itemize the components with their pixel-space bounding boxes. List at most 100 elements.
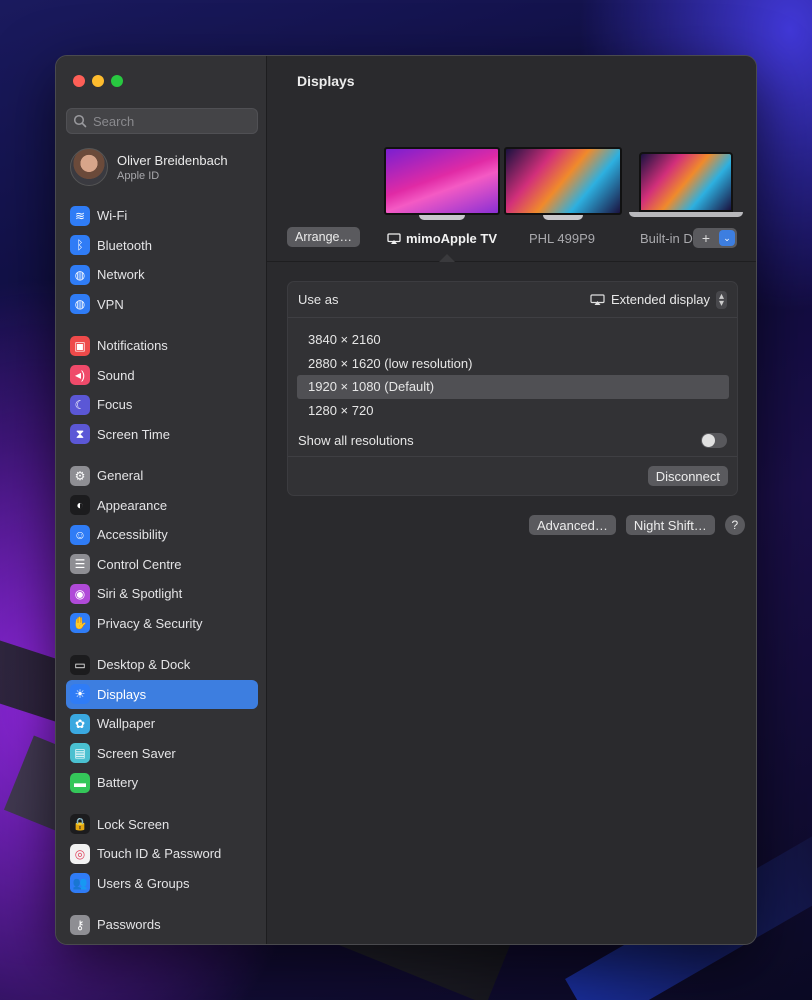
wifi-icon: ≋	[70, 205, 90, 226]
sidebar-item-accessibility[interactable]: ☺ Accessibility	[66, 520, 258, 550]
zoom-button[interactable]	[111, 75, 123, 87]
airplay-icon	[590, 293, 605, 305]
sidebar-item-network[interactable]: ◍ Network	[66, 260, 258, 290]
sidebar-group: ⚙ General ◐ Appearance ☺ Accessibility ☰ Contro…	[66, 461, 258, 638]
fingerprint-icon: ◎	[70, 843, 90, 864]
monitor-stand	[419, 215, 465, 220]
sidebar-item-screen-saver[interactable]: ▤ Screen Saver	[66, 739, 258, 769]
sidebar-item-control-centre[interactable]: ☰ Control Centre	[66, 550, 258, 580]
dock-icon: ▭	[70, 654, 90, 675]
add-display-control[interactable]: + ⌄	[693, 228, 737, 248]
use-as-label: Use as	[298, 292, 339, 307]
gear-icon: ⚙	[70, 465, 90, 486]
sidebar-item-passwords[interactable]: ⚷ Passwords	[66, 910, 258, 940]
resolution-option[interactable]: 1920 × 1080 (Default)	[297, 375, 729, 399]
window-controls	[73, 75, 123, 87]
sidebar-item-appearance[interactable]: ◐ Appearance	[66, 491, 258, 521]
sidebar-item-label: General	[97, 468, 144, 484]
bluetooth-icon: ᛒ	[70, 235, 90, 256]
sidebar-item-label: Wi-Fi	[97, 208, 128, 224]
page-title: Displays	[297, 73, 355, 89]
minimize-button[interactable]	[92, 75, 104, 87]
sidebar-group: ▣ Notifications ◂) Sound ☾ Focus ⧗ Screen Time	[66, 331, 258, 449]
sidebar-group: ⚷ Passwords @Internet Accounts	[66, 910, 258, 945]
profile-name: Oliver Breidenbach	[117, 152, 228, 168]
sidebar-item-label: Users & Groups	[97, 875, 190, 891]
profile-subtitle: Apple ID	[117, 169, 160, 182]
airplay-icon	[387, 232, 401, 244]
displays-pane: Displays Arrange… mimoApple TV PHL 499P9…	[267, 56, 756, 944]
help-button[interactable]: ?	[724, 515, 745, 535]
sidebar-group: ▭ Desktop & Dock ☀ Displays ✿ Wallpaper ▤ Scree…	[66, 650, 258, 798]
lock-icon: 🔒	[70, 814, 90, 835]
monitor-built-in[interactable]	[629, 152, 743, 217]
sidebar-item-label: Appearance	[97, 497, 168, 513]
sidebar-item-notifications[interactable]: ▣ Notifications	[66, 331, 258, 361]
sidebar-item-displays[interactable]: ☀ Displays	[66, 679, 258, 709]
show-all-resolutions-row: Show all resolutions	[288, 425, 737, 457]
sidebar-item-label: Screen Time	[97, 426, 170, 442]
selection-caret	[439, 254, 455, 262]
bottom-buttons: Advanced… Night Shift… ?	[529, 515, 745, 535]
search-field[interactable]	[66, 108, 258, 134]
sidebar-item-vpn[interactable]: ◍ VPN	[66, 290, 258, 320]
arrange-button[interactable]: Arrange…	[287, 227, 360, 247]
disconnect-button[interactable]: Disconnect	[647, 466, 728, 486]
monitor-label-selected[interactable]: mimoApple TV	[387, 231, 497, 246]
search-input[interactable]	[93, 113, 243, 129]
use-as-popup[interactable]: Extended display ▴ ▾	[590, 290, 727, 309]
sidebar-item-desktop-dock[interactable]: ▭ Desktop & Dock	[66, 650, 258, 680]
moon-icon: ☾	[70, 394, 90, 415]
monitor-phl-499p9[interactable]	[504, 147, 622, 220]
chevron-down-icon[interactable]: ⌄	[719, 230, 735, 246]
up-down-chevron-icon: ▴ ▾	[715, 290, 727, 309]
sidebar-item-label: Accessibility	[97, 527, 168, 543]
sidebar-item-label: Control Centre	[97, 556, 182, 572]
sidebar-item-sound[interactable]: ◂) Sound	[66, 361, 258, 391]
sidebar-item-label: Displays	[97, 686, 147, 702]
display-arrangement: Displays Arrange… mimoApple TV PHL 499P9…	[267, 56, 756, 262]
control-centre-icon: ☰	[70, 554, 90, 575]
monitor-screen	[504, 147, 622, 215]
sidebar-item-screen-time[interactable]: ⧗ Screen Time	[66, 420, 258, 450]
sidebar-item-label: Privacy & Security	[97, 615, 203, 631]
night-shift-button[interactable]: Night Shift…	[625, 515, 715, 535]
monitor-stand	[543, 215, 583, 220]
sidebar-item-touch-id-password[interactable]: ◎ Touch ID & Password	[66, 839, 258, 869]
sidebar-item-label: Bluetooth	[97, 237, 152, 253]
sidebar-item-label: Screen Saver	[97, 745, 176, 761]
sidebar-item-siri-spotlight[interactable]: ◉ Siri & Spotlight	[66, 579, 258, 609]
close-button[interactable]	[73, 75, 85, 87]
flower-icon: ✿	[70, 713, 90, 734]
advanced-button[interactable]: Advanced…	[529, 515, 616, 535]
sidebar-item-privacy-security[interactable]: ✋ Privacy & Security	[66, 609, 258, 639]
at-icon: @	[70, 944, 90, 945]
resolution-option[interactable]: 1280 × 720	[297, 399, 729, 423]
sidebar-item-focus[interactable]: ☾ Focus	[66, 390, 258, 420]
sidebar-item-internet-accounts[interactable]: @Internet Accounts	[66, 940, 258, 945]
sidebar-item-users-groups[interactable]: 👥 Users & Groups	[66, 869, 258, 899]
sidebar-item-wi-fi[interactable]: ≋ Wi-Fi	[66, 201, 258, 231]
laptop-base	[629, 212, 743, 217]
monitor-label[interactable]: Built-in D	[640, 231, 694, 246]
screensaver-icon: ▤	[70, 743, 90, 764]
sidebar-item-battery[interactable]: ▬ Battery	[66, 768, 258, 798]
avatar	[70, 148, 108, 186]
monitor-label-text: mimoApple TV	[406, 231, 498, 246]
sidebar: Oliver Breidenbach Apple ID ≋ Wi-Fi ᛒ Bluet…	[56, 56, 267, 944]
apple-id-profile[interactable]: Oliver Breidenbach Apple ID	[70, 148, 228, 186]
monitor-mimo-apple-tv[interactable]	[384, 147, 500, 220]
plus-icon[interactable]: +	[693, 230, 719, 246]
monitor-label[interactable]: PHL 499P9	[529, 231, 595, 246]
sidebar-item-label: Lock Screen	[97, 816, 170, 832]
resolution-option[interactable]: 3840 × 2160	[297, 328, 729, 352]
resolution-option[interactable]: 2880 × 1620 (low resolution)	[297, 352, 729, 376]
sidebar-item-label: Network	[97, 267, 145, 283]
sidebar-item-lock-screen[interactable]: 🔒 Lock Screen	[66, 810, 258, 840]
sidebar-item-wallpaper[interactable]: ✿ Wallpaper	[66, 709, 258, 739]
laptop-screen	[639, 152, 733, 212]
sidebar-item-bluetooth[interactable]: ᛒ Bluetooth	[66, 231, 258, 261]
sidebar-item-general[interactable]: ⚙ General	[66, 461, 258, 491]
speaker-icon: ◂)	[70, 365, 90, 386]
show-all-toggle[interactable]	[701, 433, 727, 448]
